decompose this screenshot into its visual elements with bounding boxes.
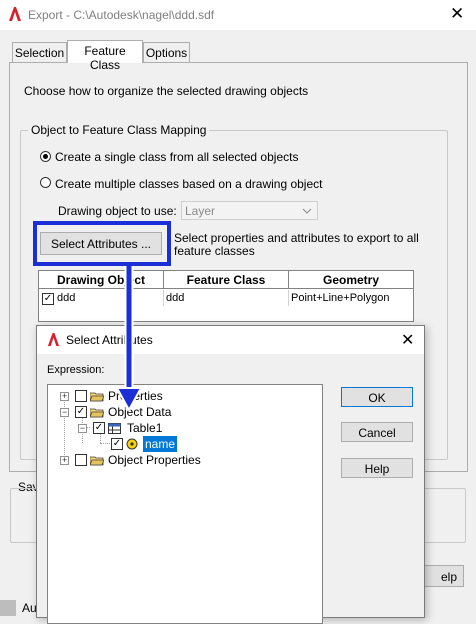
select-attributes-button[interactable]: Select Attributes ...	[40, 232, 162, 255]
status-text: Au	[22, 601, 37, 615]
help-label: Help	[364, 462, 390, 476]
select-attributes-dialog: Select Attributes ✕ Expression: + Proper…	[36, 325, 425, 624]
tree-checkbox[interactable]: ✓	[111, 438, 123, 450]
cell-geometry: Point+Line+Polygon	[291, 292, 390, 304]
tree-item-name[interactable]: ✓ name	[48, 436, 318, 452]
autocad-logo-icon	[47, 333, 60, 346]
tree-checkbox[interactable]: ✓	[93, 422, 105, 434]
autocad-logo-icon	[9, 7, 21, 21]
close-icon[interactable]: ✕	[450, 4, 464, 24]
tree-checkbox[interactable]	[75, 454, 87, 466]
tree-checkbox[interactable]: ✓	[75, 406, 87, 418]
mapping-table: Drawing Object Feature Class Geometry ✓ …	[38, 270, 414, 322]
cancel-label: Cancel	[358, 426, 396, 440]
attribute-icon	[126, 438, 138, 450]
expand-icon[interactable]: +	[60, 456, 69, 465]
folder-icon	[90, 456, 104, 466]
cancel-button[interactable]: Cancel	[341, 422, 413, 442]
cell-feature-class: ddd	[166, 290, 289, 306]
tree-label: Table1	[127, 421, 163, 435]
close-icon[interactable]: ✕	[401, 330, 414, 350]
ok-button[interactable]: OK	[341, 387, 413, 407]
row-checkbox[interactable]: ✓	[42, 293, 54, 305]
tree-item-properties[interactable]: + Properties	[48, 389, 318, 404]
column-header-feature-class[interactable]: Feature Class	[164, 271, 289, 289]
collapse-icon[interactable]: −	[60, 408, 69, 417]
help-label-fragment: elp	[440, 570, 457, 584]
ok-label: OK	[368, 391, 386, 405]
cell-drawing-object: ddd	[57, 290, 164, 306]
attribute-tree: + Properties − ✓ Object Data − ✓ Table1 …	[47, 384, 323, 624]
tree-label-selected: name	[143, 436, 178, 452]
tree-item-table1[interactable]: − ✓ Table1	[48, 421, 318, 436]
mapping-group-label: Object to Feature Class Mapping	[28, 123, 210, 137]
expression-label: Expression:	[47, 364, 105, 376]
drawing-object-value: Layer	[185, 204, 216, 218]
tab-label: Options	[145, 46, 188, 60]
window-title: Export - C:\Autodesk\nagel\ddd.sdf	[28, 8, 215, 22]
column-header-geometry[interactable]: Geometry	[289, 271, 413, 289]
drawing-object-label: Drawing object to use:	[58, 204, 177, 218]
instruction-text: Choose how to organize the selected draw…	[24, 84, 309, 98]
tab-options[interactable]: Options	[143, 42, 190, 62]
title-bar: Export - C:\Autodesk\nagel\ddd.sdf ✕	[0, 0, 476, 30]
tree-label: Object Properties	[108, 453, 201, 467]
tree-item-object-data[interactable]: − ✓ Object Data	[48, 405, 318, 420]
collapse-icon[interactable]: −	[78, 424, 87, 433]
select-attributes-hint: Select properties and attributes to expo…	[174, 231, 419, 258]
table-icon	[108, 423, 121, 434]
tab-feature-class[interactable]: Feature Class	[67, 40, 143, 72]
tree-label: Properties	[108, 389, 163, 403]
tree-checkbox[interactable]	[75, 390, 87, 402]
folder-open-icon	[90, 408, 104, 418]
tree-label: Object Data	[108, 405, 172, 419]
expand-icon[interactable]: +	[60, 392, 69, 401]
chevron-down-icon	[302, 208, 312, 214]
column-header-drawing-object[interactable]: Drawing Object	[39, 271, 164, 289]
dialog-title-bar: Select Attributes ✕	[37, 326, 424, 354]
radio-single-label: Create a single class from all selected …	[55, 150, 299, 164]
radio-multiple-classes[interactable]	[40, 177, 51, 188]
help-button[interactable]: Help	[341, 458, 413, 478]
tree-item-object-properties[interactable]: + Object Properties	[48, 453, 318, 468]
tab-selection[interactable]: Selection	[12, 42, 67, 62]
radio-multiple-label: Create multiple classes based on a drawi…	[55, 177, 323, 191]
select-attributes-label: Select Attributes ...	[50, 237, 152, 251]
tab-label: Selection	[14, 46, 65, 60]
radio-single-class[interactable]	[40, 151, 51, 162]
status-icon	[0, 600, 16, 616]
folder-icon	[90, 392, 104, 402]
table-row[interactable]: ✓ ddd ddd Point+Line+Polygon	[39, 290, 413, 307]
drawing-object-dropdown[interactable]: Layer	[181, 201, 318, 220]
dialog-title: Select Attributes	[66, 333, 153, 347]
tab-label: Feature Class	[84, 44, 126, 72]
